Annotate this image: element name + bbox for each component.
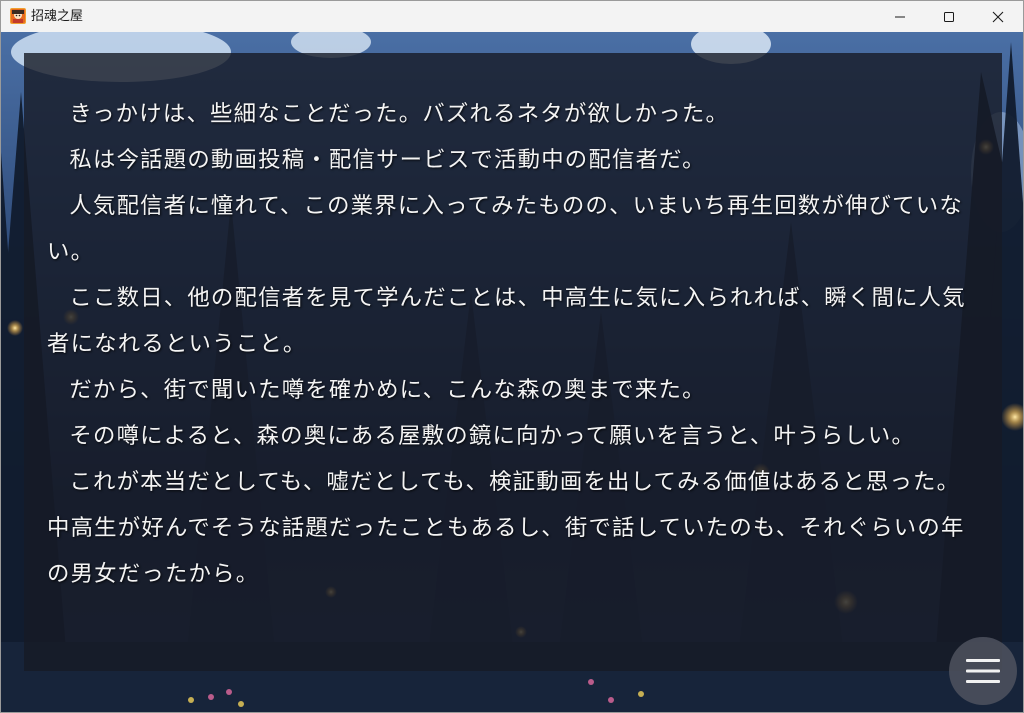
story-paragraph: きっかけは、些細なことだった。バズれるネタが欲しかった。 — [69, 101, 730, 127]
message-window[interactable]: きっかけは、些細なことだった。バズれるネタが欲しかった。 私は今話題の動画投稿・… — [24, 53, 1002, 671]
minimize-button[interactable] — [877, 1, 923, 32]
story-paragraph: これが本当だとしても、嘘だとしても、検証動画を出してみる価値はあると思った。中高… — [47, 469, 965, 587]
maximize-button[interactable] — [926, 1, 972, 32]
story-paragraph: その噂によると、森の奥にある屋敷の鏡に向かって願いを言うと、叶うらしい。 — [69, 423, 916, 449]
story-paragraph: ここ数日、他の配信者を見て学んだことは、中高生に気に入られれば、瞬く間に人気者に… — [47, 285, 966, 357]
hamburger-menu-icon — [966, 659, 1000, 683]
story-paragraph: だから、街で聞いた噂を確かめに、こんな森の奥まで来た。 — [69, 377, 706, 403]
story-paragraph: 人気配信者に憧れて、この業界に入ってみたものの、いまいち再生回数が伸びていない。 — [47, 193, 963, 265]
story-text: きっかけは、些細なことだった。バズれるネタが欲しかった。 私は今話題の動画投稿・… — [47, 91, 977, 597]
story-paragraph: 私は今話題の動画投稿・配信サービスで活動中の配信者だ。 — [69, 147, 706, 173]
game-canvas[interactable]: きっかけは、些細なことだった。バズれるネタが欲しかった。 私は今話題の動画投稿・… — [1, 32, 1023, 712]
minimize-icon — [895, 16, 905, 17]
maximize-icon — [944, 11, 954, 22]
window-title: 招魂之屋 — [31, 9, 84, 24]
title-bar[interactable]: 招魂之屋 — [1, 1, 1023, 32]
menu-button[interactable] — [949, 637, 1017, 705]
game-window: 招魂之屋 きっかけは、些細なことだった。バズれるネタが欲しかった。 私は今話題の… — [0, 0, 1024, 713]
close-button[interactable] — [975, 1, 1021, 32]
close-icon — [992, 11, 1004, 22]
game-app-icon — [10, 8, 26, 24]
